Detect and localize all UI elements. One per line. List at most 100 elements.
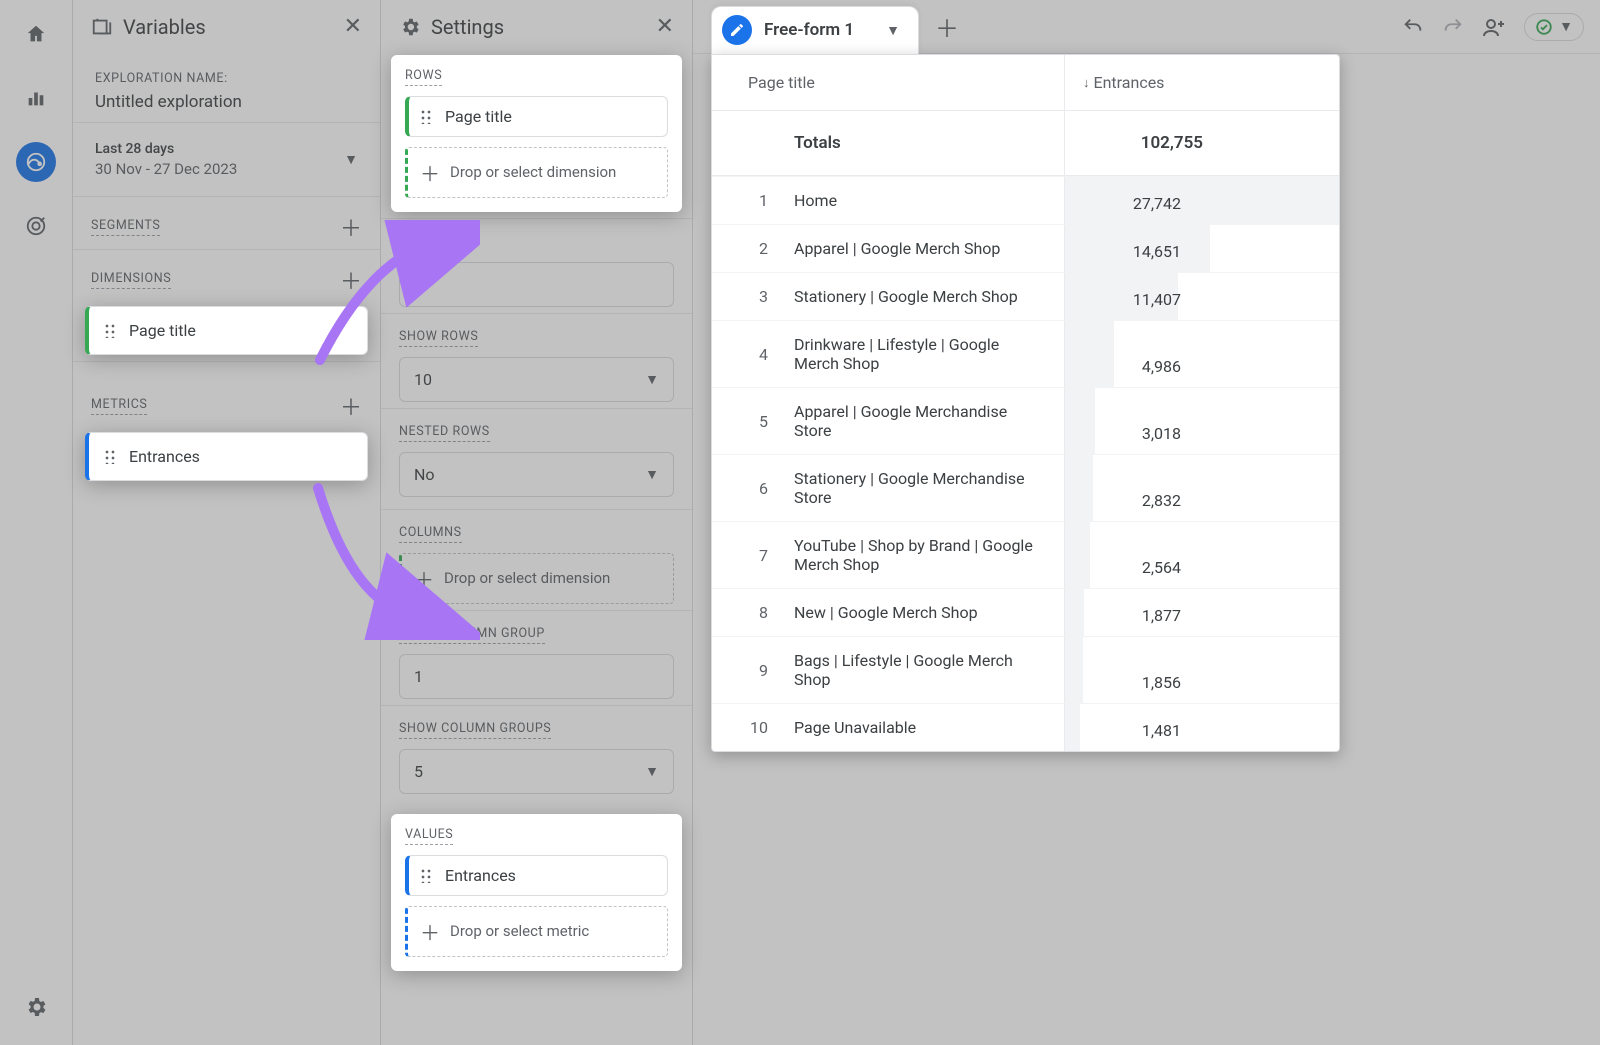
row-value-cell: 2,832 xyxy=(1064,455,1339,521)
explore-icon[interactable] xyxy=(16,142,56,182)
row-label: YouTube | Shop by Brand | Google Merch S… xyxy=(794,522,1064,588)
dimensions-label: DIMENSIONS xyxy=(91,271,171,289)
start-row-input[interactable]: 1 xyxy=(399,262,674,307)
table-row[interactable]: 8New | Google Merch Shop1,877 xyxy=(712,588,1339,636)
status-indicator[interactable]: ▼ xyxy=(1524,13,1584,41)
exploration-name-value[interactable]: Untitled exploration xyxy=(95,86,358,112)
metrics-label: METRICS xyxy=(91,397,147,415)
redo-icon[interactable] xyxy=(1442,16,1464,38)
undo-icon[interactable] xyxy=(1402,16,1424,38)
start-row-value: 1 xyxy=(414,275,423,294)
values-dropzone[interactable]: ＋ Drop or select metric xyxy=(405,906,668,957)
close-variables-icon[interactable]: ✕ xyxy=(344,14,362,39)
tab-free-form[interactable]: Free-form 1 ▼ xyxy=(711,6,919,54)
values-chip-label: Entrances xyxy=(445,866,516,885)
drag-handle-icon[interactable] xyxy=(105,450,119,464)
metric-chip-label: Entrances xyxy=(129,447,200,466)
row-value: 3,018 xyxy=(1065,420,1185,447)
show-rows-select[interactable]: 10 ▼ xyxy=(399,357,674,402)
rows-dropzone[interactable]: ＋ Drop or select dimension xyxy=(405,147,668,198)
row-index: 9 xyxy=(712,637,794,703)
columns-dropzone[interactable]: ＋ Drop or select dimension xyxy=(399,553,674,604)
row-label: New | Google Merch Shop xyxy=(794,589,1064,636)
row-index: 2 xyxy=(712,225,794,272)
row-label: Apparel | Google Merch Shop xyxy=(794,225,1064,272)
values-chip-entrances[interactable]: Entrances xyxy=(405,855,668,896)
sort-desc-icon: ↓ xyxy=(1083,75,1090,91)
advertising-icon[interactable] xyxy=(16,206,56,246)
table-row[interactable]: 10Page Unavailable1,481 xyxy=(712,703,1339,751)
edit-tab-icon[interactable] xyxy=(722,15,752,45)
table-row[interactable]: 7YouTube | Shop by Brand | Google Merch … xyxy=(712,521,1339,588)
add-segment-button[interactable]: ＋ xyxy=(340,211,362,243)
table-row[interactable]: 6Stationery | Google Merchandise Store2,… xyxy=(712,454,1339,521)
start-col-input[interactable]: 1 xyxy=(399,654,674,699)
drag-handle-icon[interactable] xyxy=(421,110,435,124)
values-section: VALUES Entrances ＋ Drop or select metric xyxy=(391,814,682,971)
settings-gear-icon xyxy=(399,16,421,38)
columns-dropzone-text: Drop or select dimension xyxy=(444,569,610,589)
reports-icon[interactable] xyxy=(16,78,56,118)
row-index: 5 xyxy=(712,388,794,454)
row-label: Home xyxy=(794,177,1064,224)
row-value-cell: 3,018 xyxy=(1064,388,1339,454)
row-index: 6 xyxy=(712,455,794,521)
start-col-label: START COLUMN GROUP xyxy=(399,626,545,644)
row-value: 14,651 xyxy=(1065,238,1185,265)
table-row[interactable]: 5Apparel | Google Merchandise Store3,018 xyxy=(712,387,1339,454)
report-dimension-header[interactable]: Page title xyxy=(712,55,1064,110)
row-value-cell: 1,877 xyxy=(1064,589,1339,636)
close-settings-icon[interactable]: ✕ xyxy=(656,14,674,39)
table-row[interactable]: 4Drinkware | Lifestyle | Google Merch Sh… xyxy=(712,320,1339,387)
table-row[interactable]: 1Home27,742 xyxy=(712,176,1339,224)
values-dropzone-text: Drop or select metric xyxy=(450,922,589,942)
columns-label: COLUMNS xyxy=(399,525,462,543)
table-row[interactable]: 3Stationery | Google Merch Shop11,407 xyxy=(712,272,1339,320)
report-metric-header[interactable]: ↓ Entrances xyxy=(1064,55,1339,110)
show-col-select[interactable]: 5 ▼ xyxy=(399,749,674,794)
settings-panel: Settings ✕ ROWS Page title ＋ Drop or sel… xyxy=(380,0,692,1045)
row-value-cell: 14,651 xyxy=(1064,225,1339,272)
main-area: Free-form 1 ▼ ＋ ▼ xyxy=(692,0,1600,1045)
rows-dropzone-text: Drop or select dimension xyxy=(450,163,616,183)
topbar: Free-form 1 ▼ ＋ ▼ xyxy=(693,0,1600,54)
chevron-down-icon: ▼ xyxy=(645,371,659,388)
nested-rows-select[interactable]: No ▼ xyxy=(399,452,674,497)
rows-chip-page-title[interactable]: Page title xyxy=(405,96,668,137)
row-index: 10 xyxy=(712,704,794,751)
report-table: Page title ↓ Entrances Totals 102,755 1H… xyxy=(711,54,1340,752)
table-row[interactable]: 2Apparel | Google Merch Shop14,651 xyxy=(712,224,1339,272)
drag-handle-icon[interactable] xyxy=(421,869,435,883)
show-rows-value: 10 xyxy=(414,370,432,389)
add-metric-button[interactable]: ＋ xyxy=(340,390,362,422)
add-tab-button[interactable]: ＋ xyxy=(927,7,967,47)
report-totals-label: Totals xyxy=(712,111,1064,175)
row-value-cell: 27,742 xyxy=(1064,177,1339,224)
row-index: 7 xyxy=(712,522,794,588)
drag-handle-icon[interactable] xyxy=(105,324,119,338)
row-label: Drinkware | Lifestyle | Google Merch Sho… xyxy=(794,321,1064,387)
add-dimension-button[interactable]: ＋ xyxy=(340,264,362,296)
plus-icon: ＋ xyxy=(414,564,434,593)
admin-gear-icon[interactable] xyxy=(16,987,56,1027)
chevron-down-icon[interactable]: ▼ xyxy=(886,22,900,39)
variables-title: Variables xyxy=(123,15,344,39)
chevron-down-icon: ▼ xyxy=(645,763,659,780)
date-range-picker[interactable]: Last 28 days 30 Nov - 27 Dec 2023 ▼ xyxy=(73,122,380,196)
home-icon[interactable] xyxy=(16,14,56,54)
start-col-value: 1 xyxy=(414,667,423,686)
dimension-chip-page-title[interactable]: Page title xyxy=(85,306,368,355)
row-value-cell: 11,407 xyxy=(1064,273,1339,320)
share-icon[interactable] xyxy=(1482,15,1506,39)
chevron-down-icon: ▼ xyxy=(344,151,358,168)
row-value: 2,832 xyxy=(1065,487,1185,514)
check-circle-icon xyxy=(1535,18,1553,36)
chevron-down-icon: ▼ xyxy=(645,466,659,483)
metric-chip-entrances[interactable]: Entrances xyxy=(85,432,368,481)
settings-title: Settings xyxy=(431,15,656,39)
plus-icon: ＋ xyxy=(420,158,440,187)
segments-label: SEGMENTS xyxy=(91,218,160,236)
report-totals-value: 102,755 xyxy=(1083,133,1203,153)
values-label: VALUES xyxy=(405,827,453,845)
table-row[interactable]: 9Bags | Lifestyle | Google Merch Shop1,8… xyxy=(712,636,1339,703)
